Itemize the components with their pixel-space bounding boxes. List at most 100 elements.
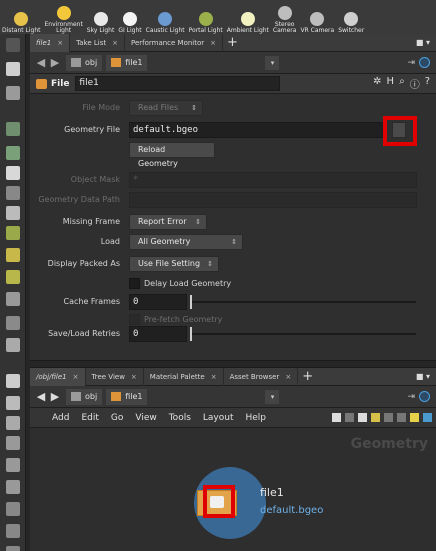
- sculpt-icon[interactable]: [6, 480, 20, 494]
- breadcrumb-node[interactable]: file1: [106, 54, 148, 71]
- breadcrumb-obj[interactable]: obj: [66, 388, 103, 405]
- grid-icon[interactable]: [371, 413, 380, 422]
- info-icon[interactable]: ⓘ: [410, 76, 420, 91]
- display-packed-as-menu[interactable]: Use File Setting ⇕: [129, 256, 219, 272]
- pane-menu-icon[interactable]: [6, 38, 20, 52]
- view-tool-icon[interactable]: [6, 122, 20, 136]
- tab-obj-file1[interactable]: /obj/file1 ×: [30, 367, 86, 386]
- light-tool-icon[interactable]: [6, 226, 20, 240]
- note-icon[interactable]: [410, 413, 419, 422]
- shelf-tool-environment-light[interactable]: Environment Light: [42, 0, 84, 34]
- cache-frames-field[interactable]: 0: [129, 294, 187, 310]
- brush-icon[interactable]: [6, 396, 20, 410]
- shelf-tool-stereo-camera[interactable]: Stereo Camera: [271, 0, 299, 34]
- menu-help[interactable]: Help: [246, 413, 267, 423]
- shelf-tool-switcher[interactable]: Switcher: [336, 0, 366, 34]
- shelf-tool-vr-camera[interactable]: VR Camera: [298, 0, 336, 34]
- knife-icon[interactable]: [6, 546, 20, 551]
- close-icon[interactable]: ×: [112, 39, 118, 47]
- shelf-tool-caustic-light[interactable]: Caustic Light: [144, 0, 187, 34]
- retries-slider-track[interactable]: [190, 333, 416, 335]
- tab-asset-browser[interactable]: Asset Browser ×: [224, 367, 299, 386]
- link-icon[interactable]: [419, 391, 430, 402]
- path-dropdown-icon[interactable]: ▾: [265, 389, 280, 404]
- geometry-file-field[interactable]: default.bgeo: [129, 122, 387, 138]
- close-icon[interactable]: ×: [210, 39, 216, 47]
- close-icon[interactable]: ×: [211, 373, 217, 381]
- breadcrumb-node[interactable]: file1: [106, 388, 148, 405]
- render-tool-icon[interactable]: [6, 338, 20, 352]
- search-icon[interactable]: ⌕: [399, 76, 405, 91]
- lamp-icon[interactable]: [6, 270, 20, 284]
- reload-geometry-button[interactable]: Reload Geometry: [129, 142, 215, 168]
- transform-tool-icon[interactable]: [6, 146, 20, 160]
- lock-icon[interactable]: [6, 166, 20, 180]
- help-icon[interactable]: [6, 86, 20, 100]
- cache-frames-slider-track[interactable]: [190, 301, 416, 303]
- forward-arrow-icon[interactable]: ▶: [48, 390, 62, 403]
- corner-icon[interactable]: [6, 502, 20, 516]
- network-canvas[interactable]: Geometry file1 default.bgeo: [30, 428, 436, 551]
- breadcrumb-obj[interactable]: obj: [66, 54, 103, 71]
- prefetch-checkbox[interactable]: [129, 314, 140, 325]
- pane-menu-icon[interactable]: ■ ▾: [416, 38, 430, 47]
- cache-frames-slider-knob[interactable]: [190, 295, 192, 309]
- grid3-icon[interactable]: [397, 413, 406, 422]
- menu-tools[interactable]: Tools: [169, 413, 191, 423]
- close-icon[interactable]: ×: [57, 39, 63, 47]
- file-mode-menu[interactable]: Read Files ⇕: [129, 100, 203, 116]
- retries-slider-knob[interactable]: [190, 327, 192, 341]
- add-tab-icon[interactable]: +: [302, 369, 313, 384]
- select-tool-icon[interactable]: [6, 62, 20, 76]
- twelve-icon[interactable]: [6, 436, 20, 450]
- forward-arrow-icon[interactable]: ▶: [48, 56, 62, 69]
- menu-edit[interactable]: Edit: [81, 413, 98, 423]
- shelf-tool-sky-light[interactable]: Sky Light: [85, 0, 117, 34]
- leaf-icon[interactable]: [6, 458, 20, 472]
- pin-icon[interactable]: ⇥: [407, 58, 415, 68]
- node-name-field[interactable]: file1: [75, 76, 281, 91]
- tab-material-palette[interactable]: Material Palette ×: [144, 367, 224, 386]
- close-icon[interactable]: ×: [73, 373, 79, 381]
- camera-icon[interactable]: [6, 292, 20, 306]
- gear-icon[interactable]: ✲: [373, 76, 381, 91]
- menu-go[interactable]: Go: [111, 413, 123, 423]
- tab-take-list[interactable]: Take List ×: [70, 33, 125, 52]
- shelf-tool-ambient-light[interactable]: Ambient Light: [225, 0, 271, 34]
- tab-performance-monitor[interactable]: Performance Monitor ×: [125, 33, 224, 52]
- h-icon[interactable]: H: [387, 76, 395, 91]
- light-bulb-icon[interactable]: [6, 248, 20, 262]
- delay-load-checkbox[interactable]: [129, 278, 140, 289]
- grid2-icon[interactable]: [384, 413, 393, 422]
- tab-tree-view[interactable]: Tree View ×: [86, 367, 144, 386]
- snap-icon[interactable]: [6, 186, 20, 200]
- palette-icon[interactable]: [423, 413, 432, 422]
- back-arrow-icon[interactable]: ◀: [34, 390, 48, 403]
- dot-icon[interactable]: [6, 374, 20, 388]
- geometry-data-path-field[interactable]: [129, 192, 417, 208]
- pen-icon[interactable]: [6, 416, 20, 430]
- path-dropdown-icon[interactable]: ▾: [265, 55, 280, 70]
- tree-icon[interactable]: [345, 413, 354, 422]
- help-icon[interactable]: ?: [425, 76, 430, 91]
- shelf-tool-distant-light[interactable]: Distant Light: [0, 0, 42, 34]
- add-tab-icon[interactable]: +: [227, 35, 238, 50]
- list-icon[interactable]: [358, 413, 367, 422]
- pane-menu-icon[interactable]: ■ ▾: [416, 372, 430, 381]
- shelf-tool-portal-light[interactable]: Portal Light: [187, 0, 225, 34]
- missing-frame-menu[interactable]: Report Error ⇕: [129, 214, 207, 230]
- wrench-icon[interactable]: [332, 413, 341, 422]
- grid-tool-icon[interactable]: [6, 316, 20, 330]
- dots-icon[interactable]: [6, 524, 20, 538]
- close-icon[interactable]: ×: [131, 373, 137, 381]
- menu-add[interactable]: Add: [52, 413, 69, 423]
- object-mask-field[interactable]: *: [129, 172, 417, 188]
- camera-tool-icon[interactable]: [6, 206, 20, 220]
- close-icon[interactable]: ×: [285, 373, 291, 381]
- menu-layout[interactable]: Layout: [203, 413, 234, 423]
- pin-icon[interactable]: ⇥: [407, 392, 415, 402]
- tab-file1[interactable]: file1 ×: [30, 33, 71, 52]
- link-icon[interactable]: [419, 57, 430, 68]
- load-menu[interactable]: All Geometry ⇕: [129, 234, 243, 250]
- menu-view[interactable]: View: [135, 413, 156, 423]
